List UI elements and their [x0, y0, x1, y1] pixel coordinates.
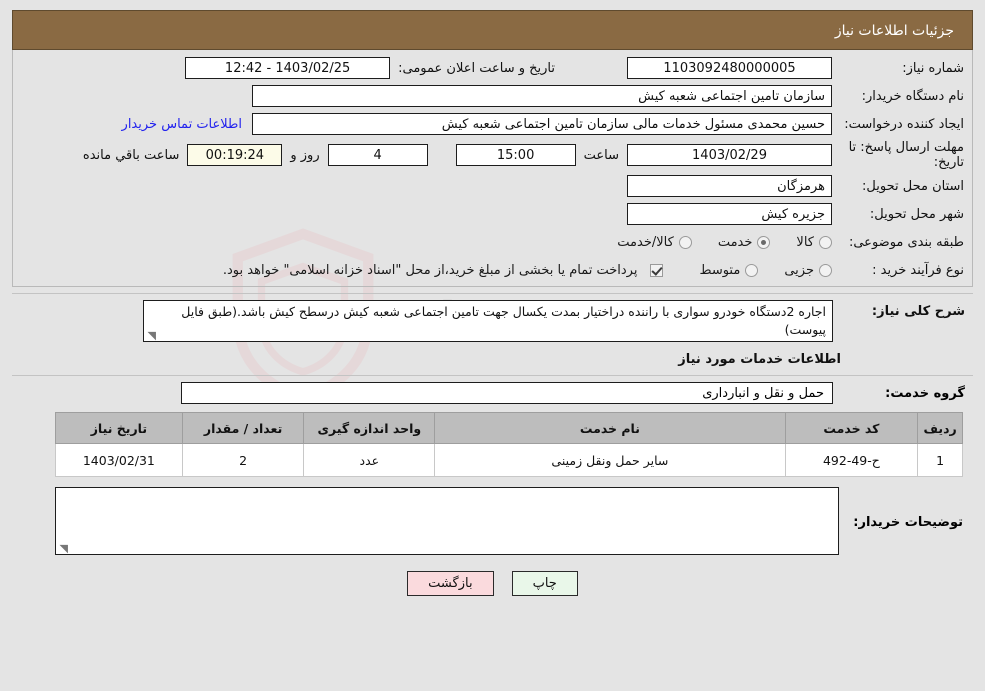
- deadline-time-value[interactable]: 15:00: [455, 144, 576, 166]
- row-deadline: مهلت ارسال پاسخ: تا تاریخ: 1403/02/29 سا…: [13, 140, 972, 170]
- announce-datetime-label: تاریخ و ساعت اعلان عمومی:: [398, 60, 555, 76]
- buyer-org-value[interactable]: سازمان تامین اجتماعی شعبه کیش: [252, 85, 832, 107]
- page-title: جزئیات اطلاعات نیاز: [12, 10, 973, 50]
- deadline-countdown-value: 00:19:24: [187, 144, 283, 166]
- category-option-label: کالا/خدمت: [617, 234, 674, 250]
- row-requester: ایجاد کننده درخواست: حسین محمدی مسئول خد…: [13, 112, 972, 136]
- treasury-checkbox-item[interactable]: پرداخت تمام یا بخشی از مبلغ خرید،از محل …: [223, 263, 664, 278]
- deadline-label: مهلت ارسال پاسخ: تا تاریخ:: [848, 140, 964, 170]
- category-option-khedmat[interactable]: خدمت: [718, 235, 771, 250]
- city-value[interactable]: جزیره کیش: [627, 203, 832, 225]
- radio-icon[interactable]: [678, 235, 692, 249]
- resize-grip-icon[interactable]: ◥: [58, 543, 68, 554]
- row-category: طبقه بندی موضوعی: کالا خدمت کالا/خدمت: [13, 230, 972, 254]
- general-description-label: شرح کلی نیاز:: [871, 304, 965, 319]
- radio-icon[interactable]: [819, 235, 832, 249]
- services-table: ردیف کد خدمت نام خدمت واحد اندازه گیری ت…: [55, 412, 963, 477]
- requester-value[interactable]: حسین محمدی مسئول خدمات مالی سازمان تامین…: [252, 113, 832, 135]
- cell-code: ح-49-492: [784, 443, 919, 477]
- cell-need-date: 1403/02/31: [55, 443, 183, 477]
- category-option-kala-khedmat[interactable]: کالا/خدمت: [617, 235, 692, 250]
- print-button[interactable]: چاپ: [511, 571, 578, 596]
- category-option-label: خدمت: [717, 234, 753, 250]
- buyer-comments-value[interactable]: ◥: [55, 487, 839, 555]
- col-quantity: تعداد / مقدار: [181, 412, 305, 444]
- buyer-contact-link[interactable]: اطلاعات تماس خریدار: [112, 117, 252, 132]
- details-panel: شماره نیاز: 1103092480000005 تاریخ و ساع…: [12, 50, 973, 287]
- category-radio-group: کالا خدمت کالا/خدمت: [591, 235, 832, 250]
- cell-name: سایر حمل ونقل زمینی: [434, 443, 786, 477]
- back-button[interactable]: بازگشت: [407, 571, 494, 596]
- col-code: کد خدمت: [784, 412, 919, 444]
- col-unit: واحد اندازه گیری: [303, 412, 436, 444]
- radio-icon[interactable]: [745, 263, 759, 277]
- buyer-comments-text: [56, 488, 838, 494]
- radio-icon[interactable]: [819, 263, 832, 277]
- service-group-label: گروه خدمت:: [885, 385, 965, 401]
- deadline-date-value[interactable]: 1403/02/29: [627, 144, 832, 166]
- services-section-title: اطلاعات خدمات مورد نیاز: [678, 352, 841, 367]
- checkbox-checked-icon[interactable]: [650, 263, 664, 277]
- col-need-date: تاریخ نیاز: [55, 412, 183, 444]
- divider-services: [12, 375, 973, 376]
- category-option-kala[interactable]: کالا: [796, 235, 832, 250]
- category-option-label: کالا: [796, 234, 814, 250]
- cell-unit: عدد: [303, 443, 436, 477]
- province-label: استان محل تحویل:: [862, 178, 964, 194]
- row-city: شهر محل تحویل: جزیره کیش: [13, 202, 972, 226]
- row-buyer-comments: توضیحات خریدار: ◥: [12, 477, 973, 555]
- general-description-text: اجاره 2دستگاه خودرو سواری با راننده دراخ…: [181, 304, 826, 337]
- process-option-motevaset[interactable]: متوسط: [699, 262, 759, 278]
- need-number-label: شماره نیاز:: [902, 60, 964, 76]
- need-number-value[interactable]: 1103092480000005: [627, 57, 832, 79]
- table-header-row: ردیف کد خدمت نام خدمت واحد اندازه گیری ت…: [55, 412, 963, 444]
- general-description-value[interactable]: اجاره 2دستگاه خودرو سواری با راننده دراخ…: [143, 300, 833, 342]
- radio-selected-icon[interactable]: [757, 235, 771, 249]
- process-option-label: متوسط: [699, 262, 741, 278]
- category-label: طبقه بندی موضوعی:: [848, 234, 964, 250]
- province-value[interactable]: هرمزگان: [627, 175, 832, 197]
- row-need-number: شماره نیاز: 1103092480000005 تاریخ و ساع…: [13, 56, 972, 80]
- buyer-comments-label: توضیحات خریدار:: [853, 515, 963, 530]
- cell-quantity: 2: [181, 443, 305, 477]
- process-type-label: نوع فرآیند خرید :: [872, 262, 964, 278]
- cell-index: 1: [917, 443, 963, 477]
- announce-datetime-value[interactable]: 1403/02/25 - 12:42: [185, 57, 391, 79]
- requester-label: ایجاد کننده درخواست:: [844, 116, 964, 132]
- page-root: جزئیات اطلاعات نیاز شماره نیاز: 11030924…: [0, 0, 985, 691]
- row-process-type: نوع فرآیند خرید : جزیی متوسط پرداخت تمام…: [13, 258, 972, 282]
- deadline-days-value[interactable]: 4: [327, 144, 428, 166]
- row-buyer-org: نام دستگاه خریدار: سازمان تامین اجتماعی …: [13, 84, 972, 108]
- city-label: شهر محل تحویل:: [869, 206, 964, 222]
- process-option-label: جزیی: [784, 262, 814, 278]
- buyer-org-label: نام دستگاه خریدار:: [861, 88, 964, 104]
- col-name: نام خدمت: [434, 412, 786, 444]
- resize-grip-icon[interactable]: ◥: [146, 330, 156, 341]
- process-type-radio-group: جزیی متوسط: [673, 263, 832, 278]
- button-bar: چاپ بازگشت: [12, 555, 973, 596]
- process-option-jozei[interactable]: جزیی: [784, 263, 832, 278]
- deadline-days-label: روز و: [290, 147, 320, 163]
- table-row[interactable]: 1 ح-49-492 سایر حمل ونقل زمینی عدد 2 140…: [55, 443, 963, 477]
- col-index: ردیف: [917, 412, 963, 444]
- services-table-wrap: ردیف کد خدمت نام خدمت واحد اندازه گیری ت…: [12, 404, 973, 477]
- treasury-checkbox-label: پرداخت تمام یا بخشی از مبلغ خرید،از محل …: [222, 262, 638, 278]
- service-group-value[interactable]: حمل و نقل و انبارداری: [181, 382, 833, 404]
- deadline-countdown-label: ساعت باقي مانده: [82, 147, 180, 163]
- divider-top: [12, 293, 973, 294]
- row-province: استان محل تحویل: هرمزگان: [13, 174, 972, 198]
- row-service-group: گروه خدمت: حمل و نقل و انبارداری: [12, 382, 973, 404]
- deadline-time-label: ساعت: [583, 147, 619, 163]
- row-general-description: شرح کلی نیاز: اجاره 2دستگاه خودرو سواری …: [12, 300, 973, 342]
